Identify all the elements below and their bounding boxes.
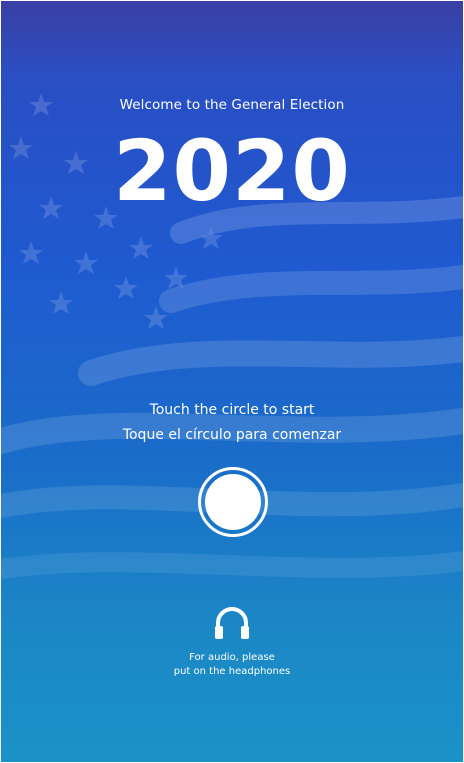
start-button[interactable]: [198, 467, 268, 537]
american-flag-background: [1, 93, 463, 579]
ballot-welcome-screen: Welcome to the General Election 2020 Tou…: [1, 1, 463, 762]
audio-instructions: For audio, please put on the headphones: [1, 651, 463, 679]
headphones-icon: [215, 607, 249, 639]
audio-text-line1: For audio, please: [189, 652, 275, 663]
election-year: 2020: [113, 122, 351, 220]
welcome-title: Welcome to the General Election: [119, 97, 345, 113]
instruction-english: Touch the circle to start: [149, 402, 315, 418]
instruction-spanish: Toque el círculo para comenzar: [122, 427, 342, 443]
audio-text-line2: put on the headphones: [173, 666, 291, 677]
circle-icon: [205, 474, 261, 530]
